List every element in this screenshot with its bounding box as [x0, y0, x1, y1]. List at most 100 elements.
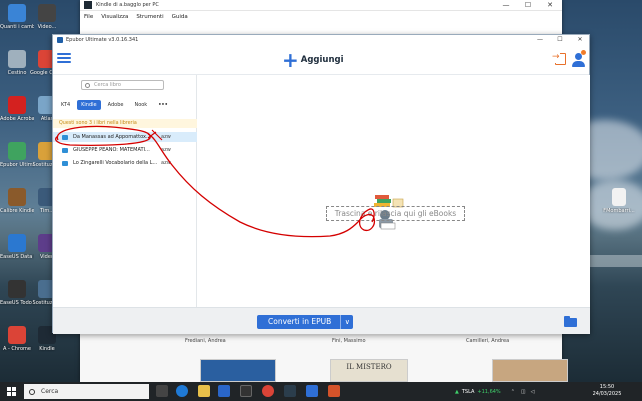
library-sidebar: Cerca libro KT4 Kindle Adobe Nook ••• Qu…: [53, 75, 197, 334]
book-author: Fini, Massimo: [332, 338, 366, 344]
book-cover[interactable]: [492, 359, 568, 382]
kindle-library-grid: Frediani, Andrea Fini, Massimo Camilleri…: [80, 335, 568, 382]
book-format: azw: [161, 134, 171, 140]
clock-date: 24/03/2025: [592, 391, 622, 397]
drop-area[interactable]: Trascina e rilascia qui gli eBooks: [198, 75, 590, 307]
epubor-app-icon: [57, 36, 63, 43]
windows-start-icon[interactable]: [4, 382, 18, 401]
kindle-app-icon: [84, 1, 92, 9]
task-view-icon[interactable]: [156, 385, 168, 397]
search-input[interactable]: Cerca libro: [81, 80, 164, 90]
search-placeholder: Cerca libro: [94, 82, 121, 88]
tab-adobe[interactable]: Adobe: [104, 100, 128, 110]
epubor-title-bar: Epubor Ultimate v3.0.16.341 — ☐ ✕: [53, 35, 589, 44]
desktop-icon-label: Epubor Ultimate: [0, 162, 34, 168]
chevron-down-icon[interactable]: ∨: [340, 315, 353, 329]
volume-icon[interactable]: ◁: [531, 389, 535, 395]
desktop-icon-file[interactable]: FMombarri...: [602, 188, 636, 214]
book-format: azw: [161, 160, 171, 166]
stock-arrow-icon: ▲: [455, 388, 459, 395]
source-tabs: KT4 Kindle Adobe Nook •••: [57, 99, 175, 111]
book-author: Frediani, Andrea: [185, 338, 226, 344]
close-button[interactable]: ✕: [571, 35, 589, 44]
maximize-button[interactable]: ☐: [551, 35, 569, 44]
file-explorer-icon[interactable]: [198, 385, 210, 397]
folder-icon[interactable]: [564, 316, 577, 327]
menu-help[interactable]: Guida: [172, 14, 188, 20]
book-cover[interactable]: [200, 359, 276, 382]
add-books-button[interactable]: + Aggiungi: [282, 50, 344, 70]
desktop-icon-label: EaseUS Todo Backup: [0, 300, 34, 306]
menu-view[interactable]: Visualizza: [101, 14, 128, 20]
app-icon: [8, 50, 26, 68]
minimize-button[interactable]: —: [531, 35, 549, 44]
tab-kindle[interactable]: Kindle: [77, 100, 101, 110]
app-icon: [8, 4, 26, 22]
edge-icon[interactable]: [176, 385, 188, 397]
convert-epub-button[interactable]: Converti in EPUB ∨: [257, 315, 354, 329]
hamburger-menu-icon[interactable]: [57, 53, 71, 63]
kindle-title-bar: Kindle di a.bagglo per PC: [80, 0, 562, 11]
app-icon[interactable]: [328, 385, 340, 397]
book-format: azw: [161, 147, 171, 153]
kindle-window-title: Kindle di a.bagglo per PC: [96, 2, 159, 8]
menu-file[interactable]: File: [84, 14, 93, 20]
book-row[interactable]: Da Manassas ad Appomattox... azw: [53, 132, 197, 142]
kindle-menu-bar: File Visualizza Strumenti Guida: [80, 11, 562, 22]
epubor-window-title: Epubor Ultimate v3.0.16.341: [66, 36, 139, 43]
desktop-icon[interactable]: A - Chrome: [0, 326, 34, 352]
maximize-button[interactable]: ☐: [518, 0, 538, 11]
mail-icon[interactable]: [218, 385, 230, 397]
desktop-icon[interactable]: Quanti i cambiamenti: [0, 4, 34, 30]
app-icon: [8, 96, 26, 114]
clock-time: 15:50: [599, 384, 615, 390]
minimize-button[interactable]: —: [496, 0, 516, 11]
desktop-icon[interactable]: Cestino: [0, 50, 34, 76]
epubor-footer: Converti in EPUB ∨: [53, 307, 590, 334]
stock-ticker[interactable]: TSLA: [462, 389, 475, 395]
desktop-icon[interactable]: Calibre Kindle eBook: [0, 188, 34, 214]
book-title: Lo Zingarelli Vocabolario della L...: [73, 160, 158, 166]
book-title: GIUSEPPE PEANO: MATEMATI...: [73, 147, 150, 153]
more-tabs-icon[interactable]: •••: [154, 100, 172, 110]
taskbar-clock[interactable]: 15:50 24/03/2025: [592, 384, 622, 398]
desktop-icon[interactable]: Video...: [30, 4, 64, 30]
app-icon: [38, 4, 56, 22]
book-icon: [62, 135, 68, 140]
desktop-icon[interactable]: EaseUS Data Recovery: [0, 234, 34, 260]
add-books-label: Aggiungi: [300, 55, 344, 65]
epubor-icon[interactable]: [306, 385, 318, 397]
book-author: Camilleri, Andrea: [466, 338, 510, 344]
desktop-icon[interactable]: Epubor Ultimate: [0, 142, 34, 168]
tab-kt4[interactable]: KT4: [57, 100, 74, 110]
chrome-icon[interactable]: [262, 385, 274, 397]
logout-icon[interactable]: [552, 51, 566, 65]
network-icon[interactable]: ◫: [521, 389, 526, 395]
book-icon: [62, 148, 68, 153]
desktop-icon-label: EaseUS Data Recovery: [0, 254, 34, 260]
book-row[interactable]: GIUSEPPE PEANO: MATEMATI... azw: [53, 145, 197, 155]
tray-chevron-icon[interactable]: ⌃: [511, 389, 515, 395]
tab-nook[interactable]: Nook: [130, 100, 151, 110]
book-icon: [62, 161, 68, 166]
book-cover[interactable]: IL MISTERO: [330, 359, 408, 382]
epubor-header: + Aggiungi: [53, 44, 589, 75]
book-row[interactable]: Lo Zingarelli Vocabolario della L... azw: [53, 158, 197, 168]
menu-tools[interactable]: Strumenti: [136, 14, 163, 20]
close-button[interactable]: ✕: [540, 0, 560, 11]
epubor-window: Epubor Ultimate v3.0.16.341 — ☐ ✕ + Aggi…: [52, 34, 590, 334]
drop-zone-hint: Trascina e rilascia qui gli eBooks: [326, 206, 465, 221]
store-icon[interactable]: [240, 385, 252, 397]
desktop-icon-label: Kindle: [39, 346, 55, 352]
user-account-icon[interactable]: [571, 50, 586, 67]
desktop-icon[interactable]: Adobe Acrobat: [0, 96, 34, 122]
convert-label: Converti in EPUB: [268, 317, 332, 326]
taskbar-search-placeholder: Cerca: [41, 388, 59, 395]
desktop-icon-label: Quanti i cambiamenti: [0, 24, 34, 30]
app-icon: [8, 326, 26, 344]
kindle-icon[interactable]: [284, 385, 296, 397]
app-icon: [8, 188, 26, 206]
file-icon: [612, 188, 626, 206]
taskbar-search-input[interactable]: Cerca: [24, 384, 149, 399]
desktop-icon[interactable]: EaseUS Todo Backup: [0, 280, 34, 306]
